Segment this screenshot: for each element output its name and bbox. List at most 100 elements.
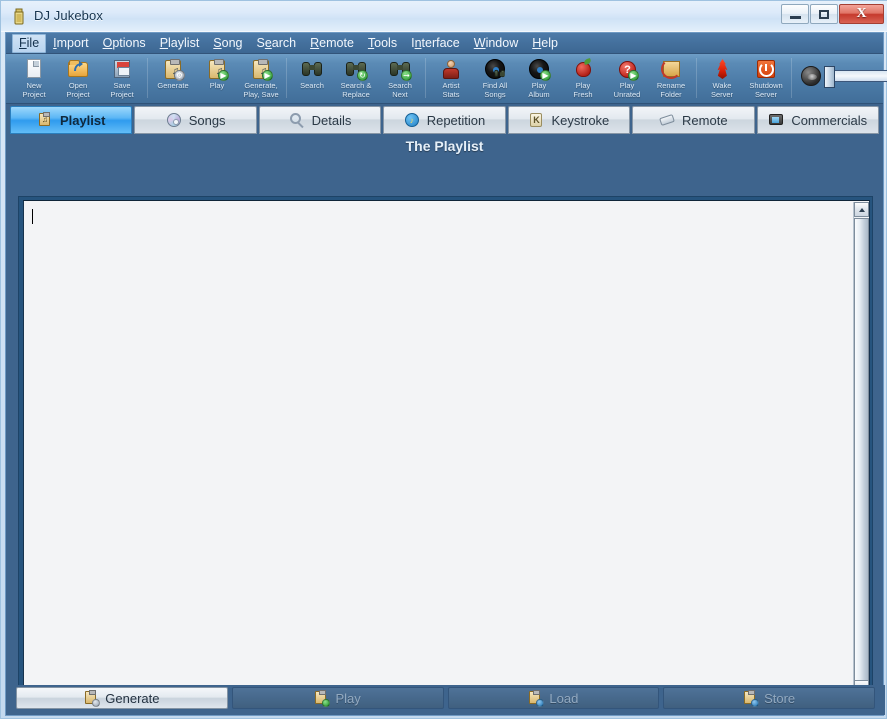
clipboard-play-icon: [314, 690, 331, 707]
key-cap-icon: K: [528, 112, 544, 128]
toolbar-generate[interactable]: ♫⚙ Generate: [151, 56, 195, 102]
toolbar-separator: [696, 58, 697, 98]
client-area: File Import Options Playlist Song Search…: [5, 32, 887, 716]
generate-button[interactable]: Generate: [16, 687, 228, 709]
toolbar-search[interactable]: Search: [290, 56, 334, 102]
page-title: The Playlist: [405, 138, 484, 154]
binoculars-next-icon: ➞: [389, 58, 412, 81]
toolbar-search-next[interactable]: ➞ Search Next: [378, 56, 422, 102]
menu-file[interactable]: File: [12, 33, 47, 53]
toolbar-play-album[interactable]: ▶ Play Album: [517, 56, 561, 102]
title-bar: DJ Jukebox X: [1, 1, 887, 32]
tab-label: Keystroke: [551, 112, 610, 128]
tab-strip: ♫ Playlist Songs Details ♪ Repetition K …: [6, 104, 883, 136]
toolbar: New Project Open Project Save Project ⚙ …: [6, 54, 887, 104]
generate-button-label: Generate: [105, 690, 160, 706]
toolbar-play-fresh[interactable]: Play Fresh: [561, 56, 605, 102]
rename-folder-icon: [660, 58, 682, 80]
store-button-label: Store: [764, 690, 796, 706]
action-button-bar: Generate Play Load Store: [6, 685, 885, 715]
toolbar-open-project[interactable]: Open Project: [56, 56, 100, 102]
toolbar-rename-folder[interactable]: Rename Folder: [649, 56, 693, 102]
minimize-button[interactable]: [781, 4, 809, 24]
maximize-button[interactable]: [810, 4, 838, 24]
speaker-icon[interactable]: [801, 66, 821, 86]
toolbar-generate-play-save[interactable]: ♫▶ Generate,Play, Save: [239, 56, 283, 102]
menu-import[interactable]: Import: [46, 34, 95, 53]
menu-playlist[interactable]: Playlist: [153, 34, 207, 53]
clipboard-store-icon: [743, 690, 760, 707]
application-window: DJ Jukebox X File Import Options Playlis…: [0, 0, 887, 719]
window-title: DJ Jukebox: [34, 8, 103, 23]
jukebox-icon: [11, 8, 27, 25]
playlist-textarea[interactable]: [23, 200, 870, 712]
vertical-scrollbar[interactable]: [853, 202, 869, 695]
playlist-editor-panel: [18, 196, 873, 714]
menu-remote[interactable]: Remote: [303, 34, 361, 53]
cd-disc-icon: [166, 112, 182, 128]
maximize-icon: [819, 9, 829, 19]
toolbar-find-all-songs[interactable]: Find All Songs: [473, 56, 517, 102]
tab-label: Commercials: [791, 112, 868, 128]
toolbar-save-project[interactable]: Save Project: [100, 56, 144, 102]
menu-interface[interactable]: Interface: [404, 34, 467, 53]
menu-bar: File Import Options Playlist Song Search…: [6, 33, 883, 54]
tab-playlist[interactable]: ♫ Playlist: [10, 106, 133, 134]
tab-details[interactable]: Details: [258, 106, 382, 134]
remote-control-icon: [659, 112, 675, 128]
window-controls: X: [781, 4, 884, 24]
menu-window[interactable]: Window: [467, 34, 525, 53]
flame-wake-icon: [711, 58, 733, 80]
toolbar-play[interactable]: ♫▶ Play: [195, 56, 239, 102]
load-button[interactable]: Load: [447, 687, 660, 709]
tab-label: Remote: [682, 112, 728, 128]
load-button-label: Load: [549, 690, 579, 706]
vertical-scrollbar-thumb[interactable]: [854, 218, 869, 688]
menu-song[interactable]: Song: [206, 34, 249, 53]
clipboard-gear-icon: ♫⚙: [162, 58, 185, 81]
minimize-icon: [789, 15, 801, 19]
toolbar-search-replace[interactable]: ↻ Search & Replace: [334, 56, 378, 102]
playlist-text-content: [32, 209, 851, 693]
toolbar-separator: [286, 58, 287, 98]
toolbar-wake-server[interactable]: Wake Server: [700, 56, 744, 102]
menu-search[interactable]: Search: [250, 34, 304, 53]
volume-control: [801, 65, 887, 88]
floppy-disk-icon: [111, 58, 133, 80]
play-button[interactable]: Play: [231, 687, 444, 709]
store-button[interactable]: Store: [663, 687, 875, 709]
power-shutdown-icon: [755, 58, 777, 80]
tab-remote[interactable]: Remote: [632, 106, 755, 134]
magnifier-icon: [289, 112, 305, 128]
vinyl-play-icon: ▶: [528, 58, 551, 81]
apple-icon: [572, 58, 594, 80]
artist-person-icon: [440, 58, 462, 80]
clipboard-note-icon: ♫: [37, 112, 53, 128]
menu-tools[interactable]: Tools: [361, 34, 404, 53]
toolbar-new-project[interactable]: New Project: [12, 56, 56, 102]
scroll-up-button[interactable]: [854, 202, 869, 217]
tab-songs[interactable]: Songs: [134, 106, 257, 134]
menu-options[interactable]: Options: [96, 34, 153, 53]
tab-keystroke[interactable]: K Keystroke: [507, 106, 631, 134]
open-folder-icon: [67, 58, 89, 80]
vinyl-find-icon: [484, 58, 506, 80]
toolbar-play-unrated[interactable]: ? ▶ Play Unrated: [605, 56, 649, 102]
toolbar-artist-stats[interactable]: Artist Stats: [429, 56, 473, 102]
text-caret: [32, 209, 33, 224]
television-icon: [768, 112, 784, 128]
clipboard-load-icon: [528, 690, 545, 707]
tab-commercials[interactable]: Commercials: [756, 106, 879, 134]
clipboard-generate-play-save-icon: ♫▶: [250, 58, 273, 81]
volume-slider[interactable]: [824, 66, 887, 88]
menu-help[interactable]: Help: [525, 34, 565, 53]
new-document-icon: [23, 58, 45, 80]
clipboard-play-icon: ♫▶: [206, 58, 229, 81]
toolbar-separator: [147, 58, 148, 98]
volume-slider-thumb[interactable]: [824, 66, 835, 88]
toolbar-shutdown-server[interactable]: Shutdown Server: [744, 56, 788, 102]
binoculars-replace-icon: ↻: [345, 58, 368, 81]
close-button[interactable]: X: [839, 4, 884, 24]
toolbar-label-line2: Project: [22, 89, 46, 99]
tab-repetition[interactable]: ♪ Repetition: [383, 106, 506, 134]
